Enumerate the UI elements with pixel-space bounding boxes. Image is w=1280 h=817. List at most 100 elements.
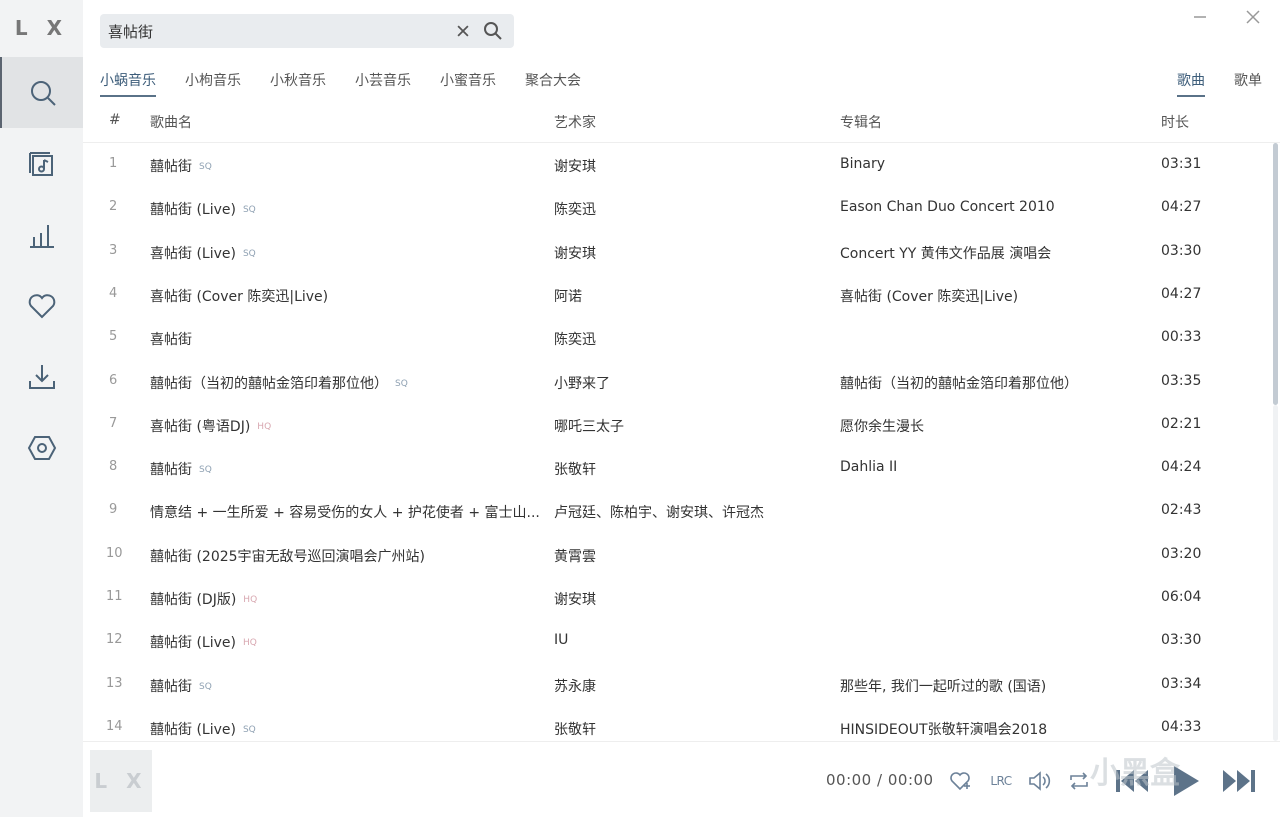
- playback-time: 00:00 / 00:00: [826, 771, 934, 789]
- minimize-icon: [1194, 16, 1206, 18]
- album-name: 愿你余生漫长: [840, 418, 924, 435]
- type-tabs: 歌曲 歌单: [1148, 70, 1262, 97]
- header-num: #: [109, 112, 121, 128]
- artist-name: 小野来了: [554, 375, 610, 392]
- close-window-button[interactable]: [1241, 6, 1265, 28]
- search-button[interactable]: [478, 14, 508, 48]
- row-number: 6: [109, 372, 118, 388]
- song-name-cell: 喜帖街: [150, 329, 192, 349]
- sidebar-item-playlist[interactable]: [0, 128, 83, 199]
- table-row[interactable]: 5 喜帖街 陈奕迅 00:33: [83, 316, 1273, 359]
- table-row[interactable]: 9 情意结 + 一生所爱 + 容易受伤的女人 + 护花使者 + 富士山... 卢冠廷…: [83, 489, 1273, 532]
- table-row[interactable]: 7 喜帖街 (粤语DJ) HQ 哪吒三太子 愿你余生漫长 02:21: [83, 403, 1273, 446]
- previous-button[interactable]: [1112, 762, 1152, 800]
- header-duration: 时长: [1161, 115, 1189, 131]
- song-name-cell: 囍帖街 SQ: [150, 676, 212, 696]
- table-row[interactable]: 6 囍帖街（当初的囍帖金箔印着那位他） SQ 小野来了 囍帖街（当初的囍帖金箔印着那位他…: [83, 360, 1273, 403]
- sidebar-item-search[interactable]: [0, 57, 83, 128]
- song-name-cell: 喜帖街 (Live) SQ: [150, 243, 256, 263]
- artist-name: 陈奕迅: [554, 332, 596, 349]
- album-name: 囍帖街（当初的囍帖金箔印着那位他）: [840, 375, 1078, 392]
- sidebar-item-download[interactable]: [0, 341, 83, 412]
- search-icon: [484, 22, 502, 40]
- song-name-cell: 喜帖街 (粤语DJ) HQ: [150, 416, 271, 436]
- sidebar-item-favorites[interactable]: [0, 270, 83, 341]
- table-row[interactable]: 1 囍帖街 SQ 谢安琪 Binary 03:31: [83, 143, 1273, 186]
- song-duration: 02:21: [1161, 415, 1202, 432]
- row-number: 3: [109, 242, 118, 258]
- sidebar-item-settings[interactable]: [0, 412, 83, 483]
- skip-previous-icon: [1116, 770, 1148, 792]
- row-number: 1: [109, 156, 118, 171]
- lyric-label: LRC: [990, 774, 1012, 788]
- header-artist: 艺术家: [554, 115, 596, 131]
- bar-chart-icon: [29, 224, 54, 248]
- repeat-mode-button[interactable]: [1066, 768, 1092, 794]
- row-number: 12: [106, 632, 123, 648]
- search-input[interactable]: [100, 14, 448, 48]
- search-icon: [30, 80, 56, 106]
- album-cover[interactable]: L X: [90, 750, 152, 812]
- quality-badge: SQ: [242, 205, 256, 216]
- song-duration: 04:24: [1161, 459, 1202, 476]
- song-list: 1 囍帖街 SQ 谢安琪 Binary 03:31 2 囍帖街 (Live) SQ 陈奕迅 Easo…: [83, 143, 1280, 741]
- lyric-button[interactable]: LRC: [986, 768, 1016, 794]
- album-name: Binary: [840, 156, 885, 172]
- tab-source-5[interactable]: 小蜜音乐: [440, 70, 496, 97]
- table-row[interactable]: 11 囍帖街 (DJ版) HQ 谢安琪 06:04: [83, 576, 1273, 619]
- quality-badge: HQ: [257, 421, 272, 432]
- song-name-cell: 情意结 + 一生所爱 + 容易受伤的女人 + 护花使者 + 富士山...: [150, 502, 540, 522]
- artist-name: 张敬轩: [554, 721, 596, 738]
- table-row[interactable]: 4 喜帖街 (Cover 陈奕迅|Live) 阿诺 喜帖街 (Cover 陈奕迅|Li…: [83, 273, 1273, 316]
- tab-source-2[interactable]: 小枸音乐: [185, 70, 241, 97]
- current-time: 00:00: [826, 771, 872, 789]
- artist-name: 谢安琪: [554, 245, 596, 262]
- table-row[interactable]: 14 囍帖街 (Live) SQ 张敬轩 HINSIDEOUT张敬轩演唱会2018 04:…: [83, 706, 1273, 741]
- favorite-button[interactable]: [947, 768, 973, 794]
- table-row[interactable]: 8 囍帖街 SQ 张敬轩 Dahlia II 04:24: [83, 446, 1273, 489]
- quality-badge: SQ: [242, 248, 256, 259]
- tab-source-3[interactable]: 小秋音乐: [270, 70, 326, 97]
- search-bar: [100, 14, 514, 48]
- song-name: 囍帖街（当初的囍帖金箔印着那位他）: [150, 375, 388, 392]
- song-duration: 03:30: [1161, 632, 1202, 649]
- clear-search-button[interactable]: [448, 14, 478, 48]
- music-list-icon: [28, 151, 53, 176]
- tab-playlists[interactable]: 歌单: [1234, 70, 1262, 97]
- song-name: 囍帖街 (Live): [150, 635, 236, 652]
- song-duration: 04:33: [1161, 718, 1202, 735]
- table-row[interactable]: 3 喜帖街 (Live) SQ 谢安琪 Concert YY 黄伟文作品展 演唱会 03:…: [83, 230, 1273, 273]
- minimize-button[interactable]: [1188, 6, 1212, 28]
- song-name: 囍帖街 (Live): [150, 721, 236, 738]
- tab-songs[interactable]: 歌曲: [1177, 70, 1205, 97]
- scrollbar-track[interactable]: [1273, 405, 1278, 741]
- tab-source-4[interactable]: 小芸音乐: [355, 70, 411, 97]
- album-name: Eason Chan Duo Concert 2010: [840, 199, 1055, 216]
- album-name: 喜帖街 (Cover 陈奕迅|Live): [840, 288, 1019, 305]
- volume-icon: [1029, 771, 1051, 791]
- volume-button[interactable]: [1027, 768, 1053, 794]
- table-row[interactable]: 2 囍帖街 (Live) SQ 陈奕迅 Eason Chan Duo Concert 2…: [83, 186, 1273, 229]
- table-row[interactable]: 12 囍帖街 (Live) HQ IU 03:30: [83, 619, 1273, 662]
- sidebar-item-leaderboard[interactable]: [0, 199, 83, 270]
- artist-name: 哪吒三太子: [554, 418, 624, 435]
- play-button[interactable]: [1166, 762, 1206, 800]
- quality-badge: HQ: [243, 595, 258, 605]
- quality-badge: SQ: [199, 681, 212, 692]
- quality-badge: SQ: [199, 465, 212, 476]
- time-separator: /: [877, 771, 883, 789]
- close-icon: [457, 25, 469, 37]
- row-number: 2: [109, 199, 118, 215]
- row-number: 4: [109, 285, 118, 301]
- tab-source-6[interactable]: 聚合大会: [525, 70, 581, 97]
- artist-name: 卢冠廷、陈柏宇、谢安琪、许冠杰: [554, 505, 764, 522]
- row-number: 13: [106, 675, 123, 691]
- table-row[interactable]: 10 囍帖街 (2025宇宙无敌号巡回演唱会广州站) 黄霄雲 03:20: [83, 533, 1273, 576]
- scrollbar-thumb[interactable]: [1273, 143, 1278, 405]
- table-row[interactable]: 13 囍帖街 SQ 苏永康 那些年, 我们一起听过的歌 (国语) 03:34: [83, 663, 1273, 706]
- song-name: 喜帖街 (Live): [150, 245, 236, 262]
- tab-source-1[interactable]: 小蜗音乐: [100, 70, 156, 97]
- next-button[interactable]: [1219, 762, 1259, 800]
- repeat-icon: [1070, 772, 1088, 790]
- artist-name: IU: [554, 632, 569, 649]
